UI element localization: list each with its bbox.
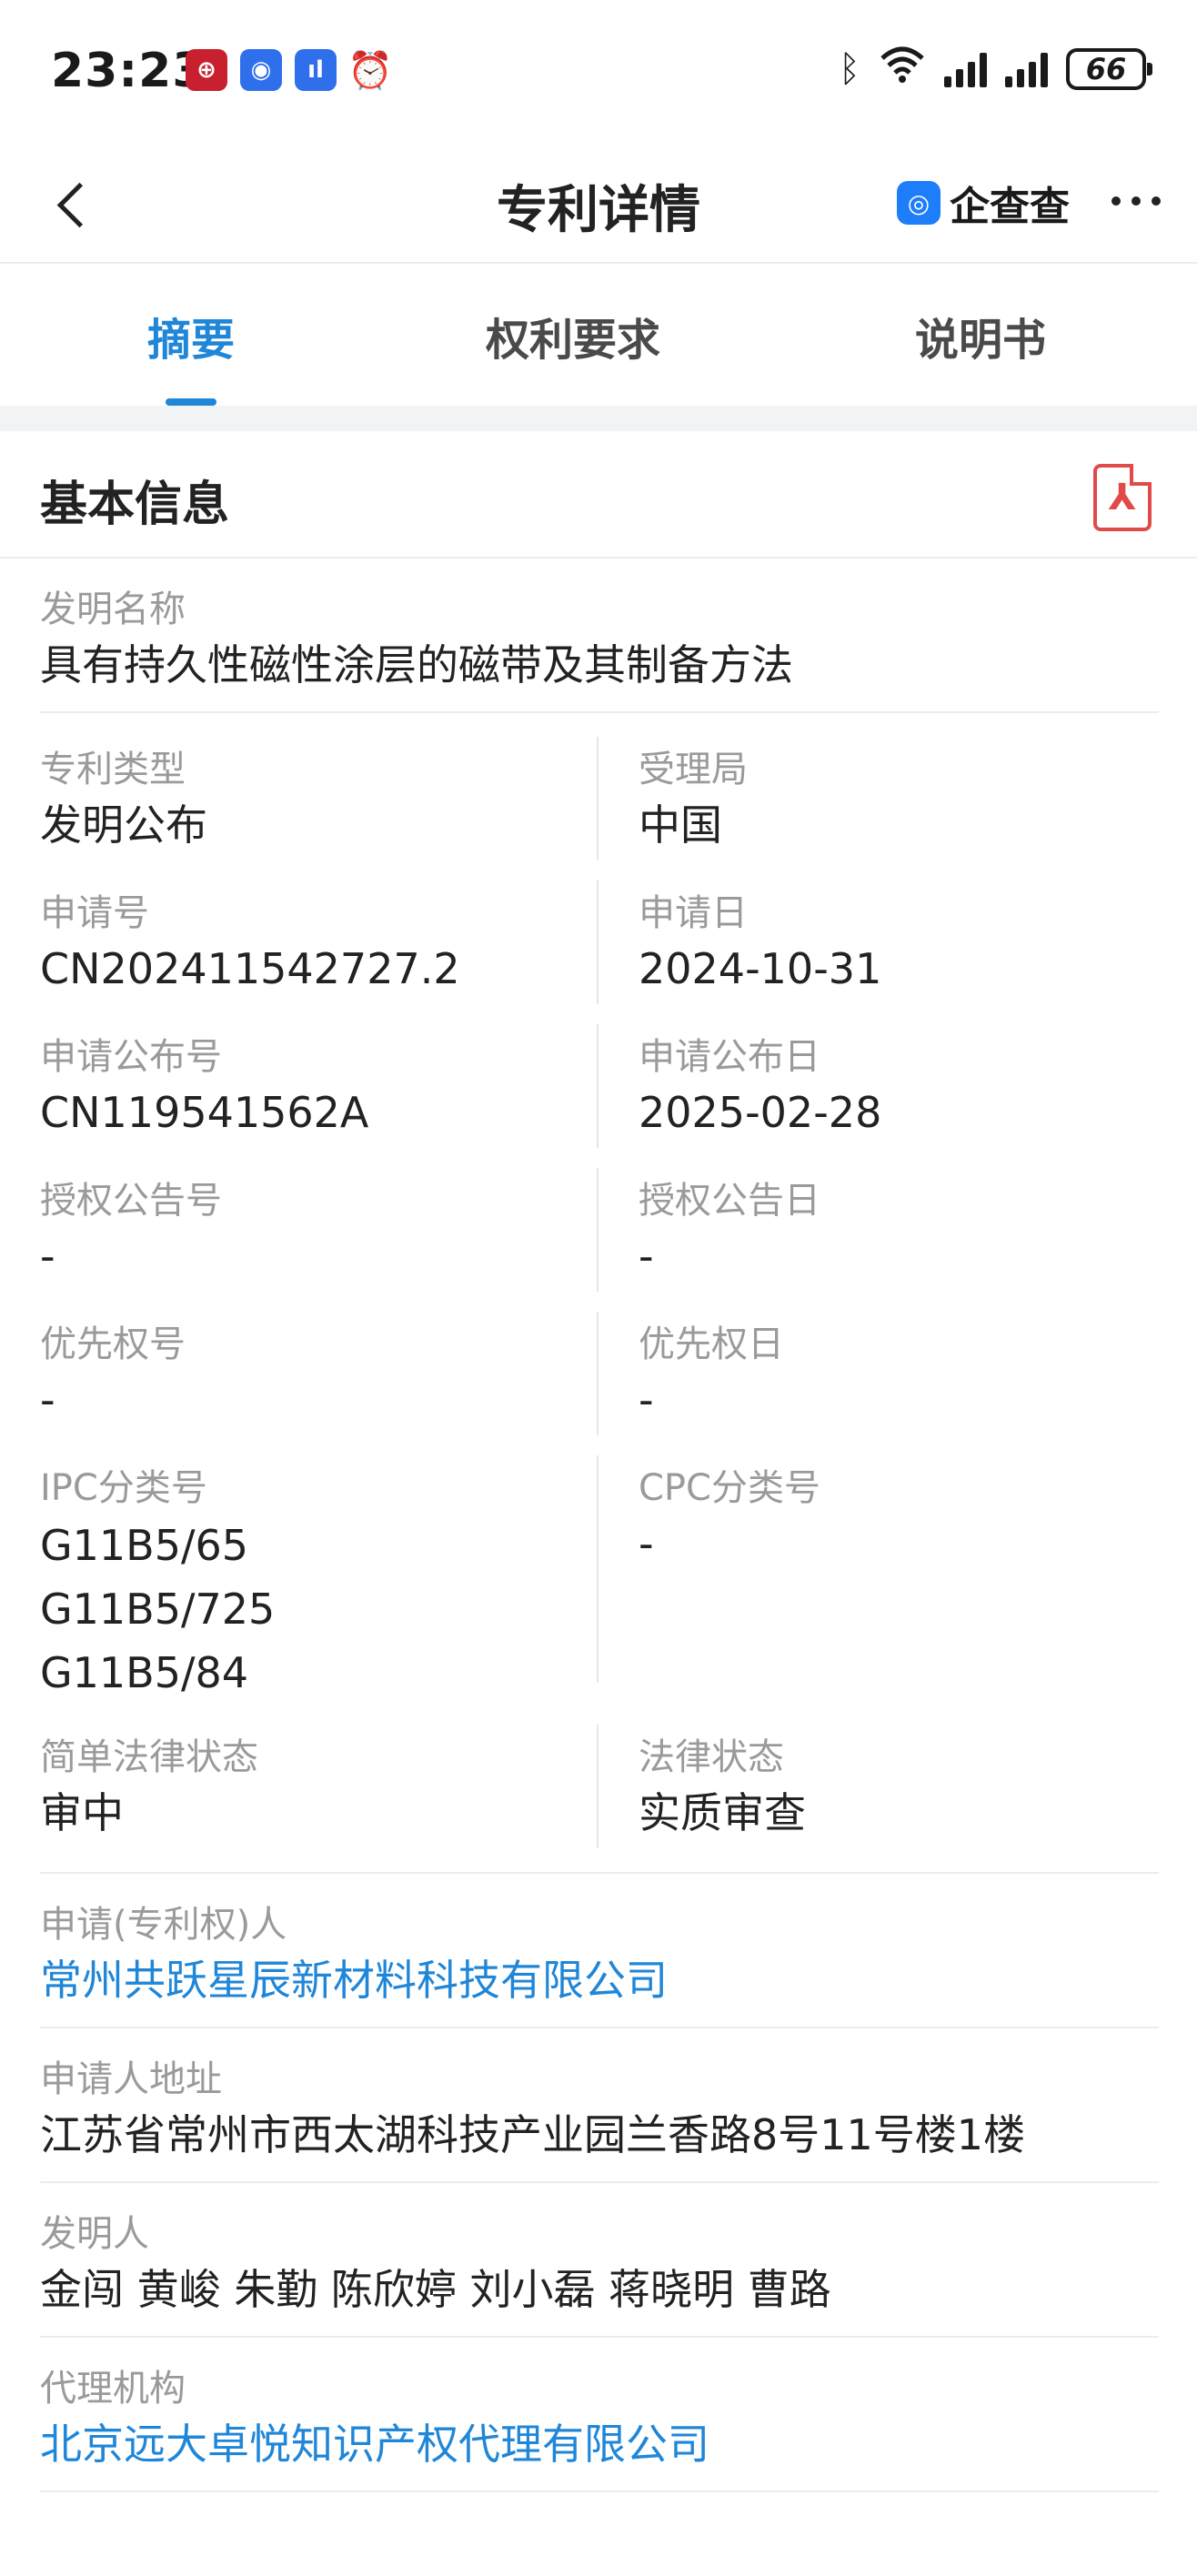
blue-app-icon: ◉	[240, 49, 282, 91]
field-value: 中国	[639, 800, 722, 850]
office-field: 受理局 中国	[598, 737, 1157, 880]
field-label: 授权公告号	[40, 1180, 222, 1222]
field-label: 法律状态	[639, 1736, 784, 1778]
field-label: 优先权号	[40, 1323, 186, 1365]
info-pair: 授权公告号 - 授权公告日 -	[40, 1168, 1159, 1312]
basic-info-content: 发明名称 具有持久性磁性涂层的磁带及其制备方法 专利类型 发明公布 受理局 中国…	[40, 558, 1159, 2492]
wifi-icon	[879, 45, 926, 93]
notification-icons: ⊕ ◉ ıl ⏰	[186, 49, 393, 92]
field-value: 审中	[40, 1788, 124, 1837]
more-dot	[1152, 196, 1161, 206]
basic-info-header: 基本信息 ⅄	[0, 431, 1197, 558]
info-pair: 专利类型 发明公布 受理局 中国	[40, 737, 1159, 880]
tab-description[interactable]: 说明书	[764, 266, 1197, 406]
info-pair: 申请公布号 CN119541562A 申请公布日 2025-02-28	[40, 1024, 1159, 1168]
pdf-glyph: ⅄	[1108, 477, 1137, 518]
info-pair: 申请号 CN202411542727.2 申请日 2024-10-31	[40, 880, 1159, 1024]
field-label: 申请(专利权)人	[40, 1904, 287, 1946]
field-label: 发明名称	[40, 589, 186, 630]
tab-claims[interactable]: 权利要求	[382, 266, 764, 406]
publication-number-field: 申请公布号 CN119541562A	[40, 1024, 598, 1148]
application-date-field: 申请日 2024-10-31	[598, 880, 1157, 1024]
pdf-download-icon[interactable]: ⅄	[1093, 464, 1152, 531]
invention-name-value: 具有持久性磁性涂层的磁带及其制备方法	[40, 640, 793, 689]
brand-logo[interactable]: ◎ 企查查	[897, 175, 1070, 231]
tab-bar: 摘要 权利要求 说明书	[0, 266, 1197, 406]
field-value: CN202411542727.2	[40, 944, 460, 993]
field-label: 专利类型	[40, 749, 186, 790]
legal-status-field: 法律状态 实质审查	[598, 1725, 1157, 1848]
field-value: 实质审查	[639, 1788, 806, 1837]
app-header: 专利详情 ◎ 企查查	[0, 146, 1197, 264]
priority-number-field: 优先权号 -	[40, 1312, 598, 1435]
field-value: -	[639, 1519, 654, 1568]
field-label: 简单法律状态	[40, 1736, 258, 1778]
info-pair: IPC分类号 G11B5/65 G11B5/725 G11B5/84 CPC分类…	[40, 1455, 1159, 1725]
agency-row: 代理机构 北京远大卓悦知识产权代理有限公司	[40, 2338, 1159, 2492]
applicant-row: 申请(专利权)人 常州共跃星辰新材料科技有限公司	[40, 1874, 1159, 2028]
section-title: 基本信息	[40, 478, 230, 532]
battery-icon: 66	[1066, 48, 1152, 90]
voice-app-icon: ıl	[295, 49, 337, 91]
grant-number-field: 授权公告号 -	[40, 1168, 598, 1292]
field-value: -	[40, 1375, 55, 1424]
signal-icon	[1005, 51, 1048, 87]
priority-date-field: 优先权日 -	[598, 1312, 1157, 1455]
application-number-field: 申请号 CN202411542727.2	[40, 880, 598, 1004]
brand-name: 企查查	[950, 184, 1070, 230]
more-menu-button[interactable]	[1112, 196, 1161, 206]
bank-app-icon: ⊕	[186, 49, 227, 91]
agency-link[interactable]: 北京远大卓悦知识产权代理有限公司	[40, 2414, 1159, 2474]
battery-level: 66	[1085, 52, 1127, 86]
field-value: -	[40, 1232, 55, 1281]
cpc-field: CPC分类号 -	[598, 1455, 1157, 1725]
field-value: 2025-02-28	[639, 1088, 882, 1137]
simple-legal-status-field: 简单法律状态 审中	[40, 1725, 598, 1848]
system-icons: ᛒ 66	[839, 45, 1152, 93]
field-label: 申请号	[40, 892, 149, 934]
applicant-address-row: 申请人地址 江苏省常州市西太湖科技产业园兰香路8号11号楼1楼	[40, 2028, 1159, 2183]
section-divider	[0, 406, 1197, 431]
applicant-address-value: 江苏省常州市西太湖科技产业园兰香路8号11号楼1楼	[40, 2110, 1026, 2159]
bluetooth-icon: ᛒ	[839, 48, 860, 90]
publication-date-field: 申请公布日 2025-02-28	[598, 1024, 1157, 1168]
invention-name-row: 发明名称 具有持久性磁性涂层的磁带及其制备方法	[40, 558, 1159, 713]
applicant-link[interactable]: 常州共跃星辰新材料科技有限公司	[40, 1950, 1159, 2010]
field-label: 申请公布号	[40, 1036, 222, 1078]
field-label: 受理局	[639, 749, 748, 790]
brand-icon: ◎	[897, 181, 940, 225]
inventors-row: 发明人 金闯 黄峻 朱勤 陈欣婷 刘小磊 蒋晓明 曹路	[40, 2183, 1159, 2338]
field-value: -	[639, 1232, 654, 1281]
patent-type-field: 专利类型 发明公布	[40, 737, 598, 860]
ipc-value: G11B5/84	[40, 1648, 249, 1697]
ipc-field: IPC分类号 G11B5/65 G11B5/725 G11B5/84	[40, 1455, 598, 1697]
field-label: IPC分类号	[40, 1467, 207, 1509]
field-value: 发明公布	[40, 800, 207, 850]
field-label: 申请日	[639, 892, 748, 934]
field-label: 代理机构	[40, 2368, 186, 2410]
field-label: CPC分类号	[639, 1467, 820, 1509]
more-dot	[1112, 196, 1121, 206]
grant-date-field: 授权公告日 -	[598, 1168, 1157, 1312]
info-pair: 优先权号 - 优先权日 -	[40, 1312, 1159, 1455]
field-value: 2024-10-31	[639, 944, 882, 993]
ipc-value: G11B5/65	[40, 1521, 249, 1570]
field-value: -	[639, 1375, 654, 1424]
field-label: 申请公布日	[639, 1036, 820, 1078]
info-grid: 专利类型 发明公布 受理局 中国 申请号 CN202411542727.2 申请…	[40, 713, 1159, 1874]
alarm-icon: ⏰	[347, 49, 393, 92]
signal-icon	[944, 51, 987, 87]
more-dot	[1132, 196, 1141, 206]
inventors-value: 金闯 黄峻 朱勤 陈欣婷 刘小磊 蒋晓明 曹路	[40, 2265, 831, 2314]
ipc-value: G11B5/725	[40, 1585, 276, 1634]
field-label: 授权公告日	[639, 1180, 820, 1222]
status-bar: 23:23 ⊕ ◉ ıl ⏰ ᛒ 66	[0, 0, 1197, 146]
tab-abstract[interactable]: 摘要	[0, 266, 382, 406]
field-label: 申请人地址	[40, 2058, 222, 2100]
field-label: 发明人	[40, 2213, 149, 2255]
field-value: CN119541562A	[40, 1088, 369, 1137]
status-time: 23:23	[51, 44, 206, 98]
info-pair: 简单法律状态 审中 法律状态 实质审查	[40, 1725, 1159, 1848]
field-label: 优先权日	[639, 1323, 784, 1365]
